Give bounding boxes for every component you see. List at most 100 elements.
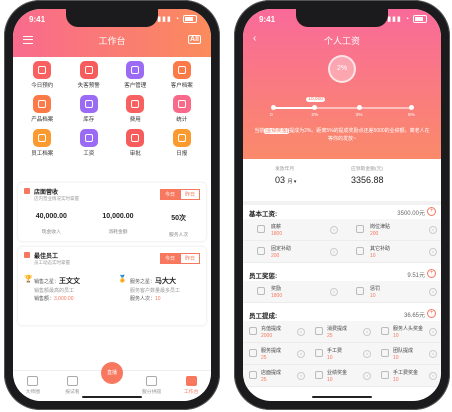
- item-icon: [257, 247, 265, 255]
- remove-icon[interactable]: ×: [297, 328, 305, 336]
- item-name: 团队提成: [393, 348, 414, 354]
- service-count-row: 服务人次：10: [130, 295, 161, 302]
- item-name: 岗位津贴: [370, 224, 391, 230]
- grid-item[interactable]: 产品档案: [19, 95, 66, 123]
- item-icon: [257, 225, 265, 233]
- salary-item[interactable]: 手工费 10 ×: [309, 343, 375, 365]
- grid-item-label: 费用: [129, 117, 141, 123]
- grid-item[interactable]: 审批: [112, 129, 159, 157]
- remove-icon[interactable]: ×: [429, 288, 437, 296]
- chart-icon: [172, 95, 191, 113]
- commission-tip: 当前[业绩奖金]提成为2%。距离5%的提成奖励点还差5000的业绩额，离老人在等…: [253, 127, 431, 143]
- add-icon[interactable]: +: [427, 207, 436, 216]
- trophy-icon: 🏆: [24, 276, 33, 283]
- period-block[interactable]: 发放年月 03 月 ▾: [275, 165, 296, 185]
- salary-item[interactable]: 固定补助 200 ×: [243, 241, 342, 263]
- item-icon: [249, 327, 257, 335]
- salary-item[interactable]: 消费提成 25 ×: [309, 321, 375, 343]
- item-name: 店面提成: [261, 370, 282, 376]
- remove-icon[interactable]: ×: [429, 226, 437, 234]
- staff-today-button[interactable]: 今日: [159, 253, 180, 264]
- item-icon: [356, 225, 364, 233]
- salary-item[interactable]: 充值提成 2000 ×: [243, 321, 309, 343]
- stat-label: 消耗金额: [108, 230, 128, 235]
- remove-icon[interactable]: ×: [330, 226, 338, 234]
- add-icon[interactable]: +: [427, 269, 436, 278]
- live-button[interactable]: 直播: [100, 362, 123, 384]
- remove-icon[interactable]: ×: [429, 248, 437, 256]
- remove-icon[interactable]: ×: [330, 288, 338, 296]
- remove-icon[interactable]: ×: [363, 328, 371, 336]
- store-stats: 40,000.00 现金收入 10,000.00 消耗金额 50次 服务人次: [18, 213, 206, 241]
- stat-value: 40,000.00: [35, 213, 67, 220]
- salary-screen: 9:41 ▮▮▮ ◔ ‹ 个人工资 2% 10,000 0 2% 3% 5% 当前[业…: [243, 9, 441, 401]
- grid-item[interactable]: 失客预警: [66, 61, 113, 89]
- function-grid: 今日预约 失客预警 客户管理 客户档案产品档案 库存 费用 统计员工档案 工资 审批 日报: [19, 61, 205, 157]
- salary-item[interactable]: 服务人头奖金 10 ×: [375, 321, 441, 343]
- remove-icon[interactable]: ×: [429, 350, 437, 358]
- salary-item[interactable]: 岗位津贴 200 ×: [342, 219, 441, 241]
- remove-icon[interactable]: ×: [363, 350, 371, 358]
- remove-icon[interactable]: ×: [297, 372, 305, 380]
- tab-label: 大师圈: [25, 390, 40, 395]
- total-value: 3356.88: [351, 175, 384, 185]
- remove-icon[interactable]: ×: [429, 328, 437, 336]
- item-value: 25: [261, 377, 267, 383]
- salary-item[interactable]: 奖励 1800 ×: [243, 281, 342, 303]
- service-star-label: 服务之星：: [130, 279, 156, 285]
- grid-item[interactable]: 今日预约: [19, 61, 66, 89]
- item-name: 消费提成: [327, 326, 348, 332]
- store-yesterday-button[interactable]: 昨日: [179, 189, 200, 200]
- salary-item[interactable]: 手工费奖金 10 ×: [375, 365, 441, 387]
- salary-item[interactable]: 团队提成 10 ×: [375, 343, 441, 365]
- remove-icon[interactable]: ×: [363, 372, 371, 380]
- grid-item[interactable]: 费用: [112, 95, 159, 123]
- stock-icon: [79, 95, 98, 113]
- page-title: 工作台: [98, 36, 126, 46]
- approve-icon: [126, 129, 145, 147]
- salary-item[interactable]: 店面提成 25 ×: [243, 365, 309, 387]
- item-icon: [315, 371, 323, 379]
- tab-label: 报试看: [65, 390, 80, 395]
- grid-item[interactable]: 库存: [66, 95, 113, 123]
- period-label: 发放年月: [275, 167, 295, 172]
- grid-item[interactable]: 统计: [159, 95, 206, 123]
- add-icon[interactable]: +: [427, 309, 436, 318]
- store-subtitle: 店内营业情况实时掌握: [34, 196, 79, 201]
- salary-item[interactable]: 惩罚 10 ×: [342, 281, 441, 303]
- stat-consume: 10,000.00 消耗金额: [102, 213, 133, 241]
- section-title: 基本工资:: [249, 211, 278, 218]
- progress-bubble: 10,000: [306, 97, 326, 102]
- grid-item[interactable]: 客户档案: [159, 61, 206, 89]
- item-name: 其它补助: [370, 246, 391, 252]
- staff-yesterday-button[interactable]: 昨日: [179, 253, 200, 264]
- grid-item[interactable]: 工资: [66, 129, 113, 157]
- item-icon: [315, 349, 323, 357]
- service-star: 服务之星：马大大: [130, 276, 176, 286]
- remove-icon[interactable]: ×: [429, 372, 437, 380]
- all-icon[interactable]: All: [188, 35, 201, 44]
- tip-prefix: 当前: [254, 128, 265, 134]
- tab-label: 服分拼圆: [141, 390, 162, 395]
- tab-master-circle[interactable]: 大师圈: [13, 371, 53, 401]
- progress-dot: [409, 105, 414, 110]
- salary-item[interactable]: 底薪 1800 ×: [243, 219, 342, 241]
- grid-item[interactable]: 员工档案: [19, 129, 66, 157]
- medal-icon: 🏅: [118, 276, 127, 283]
- remove-icon[interactable]: ×: [330, 248, 338, 256]
- store-today-button[interactable]: 今日: [159, 189, 180, 200]
- remove-icon[interactable]: ×: [297, 350, 305, 358]
- item-icon: [257, 287, 265, 295]
- item-value: 1800: [271, 231, 283, 237]
- tab-workbench[interactable]: 工作台: [171, 371, 211, 401]
- grid-item[interactable]: 客户管理: [112, 61, 159, 89]
- salary-item[interactable]: 其它补助 10 ×: [342, 241, 441, 263]
- item-name: 业绩奖金: [327, 370, 348, 376]
- grid-item[interactable]: 日报: [159, 129, 206, 157]
- salary-item[interactable]: 服务提成 25 ×: [243, 343, 309, 365]
- progress-fill: [273, 107, 315, 109]
- salary-item[interactable]: 业绩奖金 10 ×: [309, 365, 375, 387]
- item-value: 200: [370, 231, 379, 237]
- grid-item-label: 库存: [83, 117, 95, 123]
- staff-icon: [33, 129, 52, 147]
